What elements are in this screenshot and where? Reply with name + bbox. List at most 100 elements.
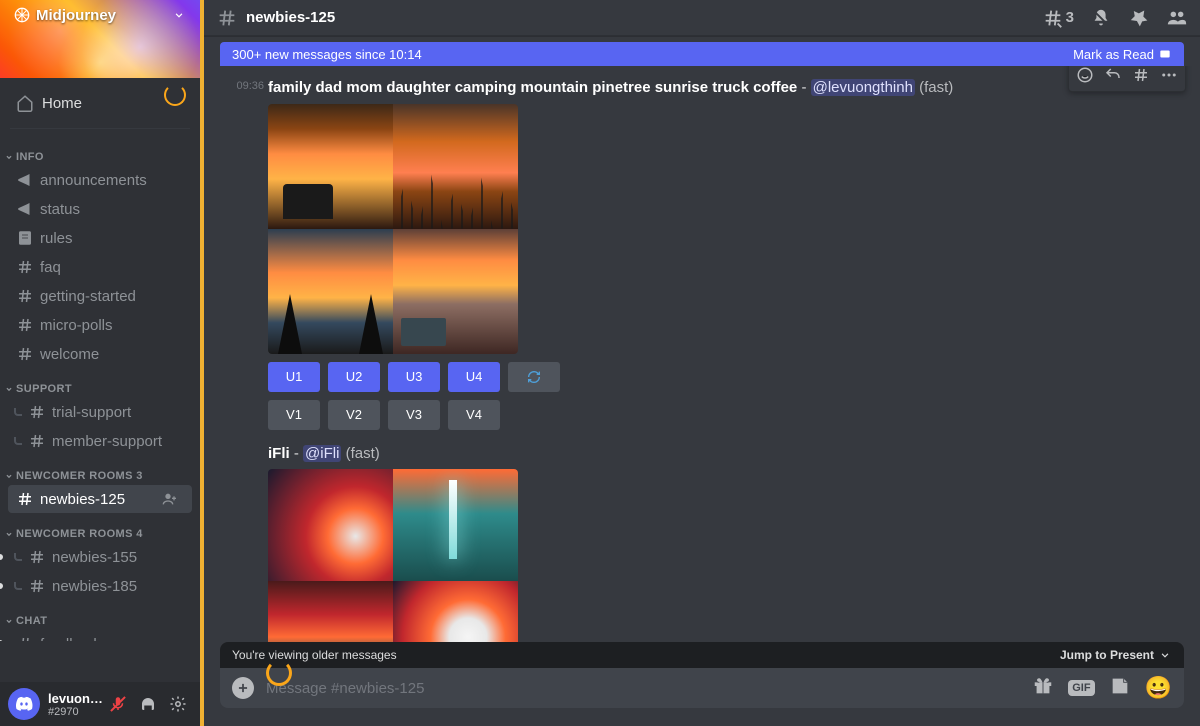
settings-button[interactable]	[164, 690, 192, 718]
upscale-1-button[interactable]: U1	[268, 362, 320, 392]
channel-getting-started[interactable]: getting-started	[8, 282, 192, 310]
mark-read-icon	[1158, 47, 1172, 61]
older-messages-bar[interactable]: You're viewing older messages Jump to Pr…	[220, 642, 1184, 668]
gift-button[interactable]	[1032, 675, 1054, 702]
main-content: newbies-125 3 300+ new messages since 10…	[200, 0, 1200, 726]
message: iFli - @iFli (fast)	[220, 440, 1184, 643]
channel-newbies-125[interactable]: newbies-125	[8, 485, 192, 513]
midjourney-logo-icon	[14, 7, 30, 23]
mute-mic-button[interactable]	[104, 690, 132, 718]
divider	[10, 128, 190, 129]
threads-button[interactable]: 3	[1042, 7, 1074, 29]
channel-member-support[interactable]: member-support	[8, 427, 192, 455]
variation-3-button[interactable]: V3	[388, 400, 440, 430]
image-quadrant-1	[268, 104, 393, 229]
channel-newbies-185[interactable]: newbies-185	[8, 572, 192, 600]
hash-icon	[16, 258, 34, 276]
discord-logo-icon	[14, 694, 34, 714]
channel-list[interactable]: Home INFO announcements status rules faq…	[0, 78, 200, 682]
channel-micro-polls[interactable]: micro-polls	[8, 311, 192, 339]
category-info[interactable]: INFO	[0, 137, 200, 165]
variation-1-button[interactable]: V1	[268, 400, 320, 430]
image-quadrant-2	[393, 104, 518, 229]
generated-image-grid[interactable]	[268, 469, 518, 642]
attach-button[interactable]	[232, 677, 254, 699]
channel-rules[interactable]: rules	[8, 224, 192, 252]
channel-sidebar: Midjourney Home INFO announcements statu…	[0, 0, 200, 726]
image-quadrant-2	[393, 469, 518, 581]
category-newcomer-4[interactable]: NEWCOMER ROOMS 4	[0, 514, 200, 542]
rules-icon	[16, 229, 34, 247]
hash-icon	[16, 635, 34, 641]
threads-icon	[1042, 7, 1064, 29]
image-quadrant-4	[393, 229, 518, 354]
new-messages-bar[interactable]: 300+ new messages since 10:14 Mark as Re…	[220, 42, 1184, 66]
channel-faq[interactable]: faq	[8, 253, 192, 281]
thread-indicator-icon	[14, 553, 22, 561]
channel-welcome[interactable]: welcome	[8, 340, 192, 368]
hash-icon	[28, 432, 46, 450]
hash-icon	[16, 345, 34, 363]
loading-indicator-icon	[164, 84, 186, 106]
channel-status[interactable]: status	[8, 195, 192, 223]
channel-announcements[interactable]: announcements	[8, 166, 192, 194]
notifications-button[interactable]	[1090, 7, 1112, 29]
gif-button[interactable]: GIF	[1068, 680, 1094, 696]
sticker-button[interactable]	[1109, 675, 1131, 702]
upscale-3-button[interactable]: U3	[388, 362, 440, 392]
mark-as-read-button[interactable]: Mark as Read	[1073, 47, 1172, 62]
pin-icon	[1128, 7, 1150, 29]
upscale-2-button[interactable]: U2	[328, 362, 380, 392]
server-dropdown[interactable]: Midjourney	[0, 0, 200, 30]
emoji-button[interactable]: 😀	[1145, 675, 1172, 701]
gear-icon	[169, 695, 187, 713]
channel-title: newbies-125	[246, 9, 335, 26]
jump-to-present-button[interactable]: Jump to Present	[1060, 648, 1172, 662]
members-icon	[1166, 7, 1188, 29]
hash-icon	[28, 548, 46, 566]
chevron-down-icon	[4, 471, 14, 481]
category-newcomer-3[interactable]: NEWCOMER ROOMS 3	[0, 456, 200, 484]
hash-icon	[28, 403, 46, 421]
add-people-icon[interactable]	[162, 491, 178, 507]
chevron-down-icon	[172, 8, 186, 22]
compose-area: You're viewing older messages Jump to Pr…	[204, 642, 1200, 726]
headphones-icon	[139, 695, 157, 713]
category-chat[interactable]: CHAT	[0, 601, 200, 629]
variation-2-button[interactable]: V2	[328, 400, 380, 430]
deafen-button[interactable]	[134, 690, 162, 718]
chevron-down-icon	[4, 616, 14, 626]
user-info[interactable]: levuongthi... #2970	[48, 691, 104, 718]
channel-newbies-155[interactable]: newbies-155	[8, 543, 192, 571]
unread-dot-icon	[0, 640, 3, 641]
thread-indicator-icon	[14, 437, 22, 445]
mic-icon	[109, 695, 127, 713]
chevron-down-icon	[4, 529, 14, 539]
message-input[interactable]	[266, 680, 1032, 697]
channel-trial-support[interactable]: trial-support	[8, 398, 192, 426]
category-support[interactable]: SUPPORT	[0, 369, 200, 397]
upscale-4-button[interactable]: U4	[448, 362, 500, 392]
hash-icon	[16, 490, 34, 508]
sticker-icon	[1109, 675, 1131, 697]
message: 09:36 family dad mom daughter camping mo…	[220, 74, 1184, 430]
unread-dot-icon	[0, 583, 3, 589]
user-mention[interactable]: @levuongthinh	[811, 79, 915, 96]
thread-indicator-icon	[14, 408, 22, 416]
message-list[interactable]: 09:36 family dad mom daughter camping mo…	[204, 66, 1200, 642]
hash-icon	[28, 577, 46, 595]
reroll-button[interactable]	[508, 362, 560, 392]
pinned-button[interactable]	[1128, 7, 1150, 29]
hash-icon	[16, 287, 34, 305]
channel-feedback[interactable]: feedback	[8, 630, 192, 641]
megaphone-icon	[16, 171, 34, 189]
variation-4-button[interactable]: V4	[448, 400, 500, 430]
chevron-down-icon	[4, 152, 14, 162]
user-avatar[interactable]	[8, 688, 40, 720]
message-prompt: family dad mom daughter camping mountain…	[268, 79, 797, 96]
message-prompt: iFli	[268, 445, 290, 462]
user-mention[interactable]: @iFli	[303, 445, 341, 462]
members-button[interactable]	[1166, 7, 1188, 29]
generated-image-grid[interactable]	[268, 104, 518, 354]
image-quadrant-4	[393, 581, 518, 642]
